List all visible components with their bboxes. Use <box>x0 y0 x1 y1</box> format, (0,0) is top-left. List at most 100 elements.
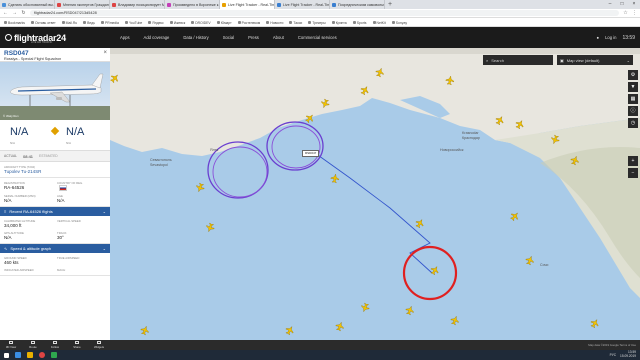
flight-map[interactable]: Севастополь Sevastopol Krasnodar Краснод… <box>110 48 640 340</box>
route-button[interactable]: Route <box>22 340 44 350</box>
close-window-button[interactable]: × <box>628 0 640 9</box>
bookmark-item[interactable]: Крипта <box>331 21 347 25</box>
aircraft-marker-icon[interactable] <box>205 222 215 233</box>
3d-view-button[interactable]: 3D View <box>0 340 22 350</box>
menu-icon[interactable]: ⋮ <box>632 10 637 16</box>
bookmark-label: Sonyay <box>395 20 408 25</box>
taskbar-app[interactable] <box>24 350 36 360</box>
aircraft-marker-icon[interactable] <box>405 305 415 316</box>
bookmark-item[interactable]: DROIDEV <box>191 21 211 25</box>
map-search-input[interactable]: ⌕ Search <box>483 55 553 65</box>
widgets-icon[interactable]: ▦ <box>628 94 638 104</box>
bookmark-item[interactable]: Mail.Ru <box>61 21 77 25</box>
settings-icon[interactable]: ⚙ <box>628 70 638 80</box>
filter-icon[interactable]: ▼ <box>628 82 638 92</box>
recent-flights-header[interactable]: ≡ Recent RA-64526 flights ⌄ <box>0 207 110 216</box>
maximize-button[interactable]: □ <box>616 0 628 9</box>
map-canvas[interactable] <box>110 48 640 340</box>
destination-sub: N/A <box>66 141 72 145</box>
bookmark-item[interactable]: Юмарт <box>216 21 232 25</box>
aircraft-marker-icon[interactable] <box>284 325 295 336</box>
bookmark-item[interactable]: Яндекс <box>148 20 164 25</box>
bookmark-item[interactable]: Оставь ответ <box>30 21 56 25</box>
aircraft-marker-icon[interactable] <box>414 218 425 229</box>
bookmark-item[interactable]: Такси <box>289 21 302 25</box>
aircraft-marker-icon[interactable] <box>360 302 370 313</box>
aircraft-marker-icon[interactable] <box>509 210 521 222</box>
bookmark-item[interactable]: PRmedia <box>101 21 119 25</box>
menu-item[interactable]: Press <box>248 35 259 40</box>
menu-item[interactable]: About <box>273 35 284 40</box>
aircraft-marker-icon[interactable] <box>330 173 340 184</box>
taskbar-app[interactable] <box>12 350 24 360</box>
user-icon[interactable]: ● <box>597 35 600 40</box>
map-label-novorossiysk: Новороссийск <box>440 148 464 152</box>
info-icon[interactable]: ⓘ <box>628 106 638 116</box>
aircraft-marker-icon[interactable] <box>450 315 460 326</box>
menu-item[interactable]: Social <box>223 35 234 40</box>
aircraft-marker-icon[interactable] <box>589 318 600 329</box>
bookmark-item[interactable]: Ростелеком <box>237 21 260 25</box>
selected-flight-tag[interactable]: RSD047 <box>302 150 320 157</box>
star-icon[interactable]: ☆ <box>623 10 628 16</box>
aircraft-marker-icon[interactable] <box>335 321 345 332</box>
bookmark-label: Ведь <box>87 20 95 25</box>
back-icon[interactable]: ← <box>3 10 8 16</box>
taskbar-app[interactable] <box>36 350 48 360</box>
bookmark-item[interactable]: NetKit <box>372 21 386 25</box>
menu-item[interactable]: Commercial services <box>298 35 337 40</box>
bookmark-item[interactable]: Sports <box>352 21 367 25</box>
menu-item[interactable]: Apps <box>120 35 130 40</box>
bookmark-item[interactable]: YouTube <box>124 21 142 25</box>
aircraft-photo[interactable]: © Vitaly Ren <box>0 62 110 120</box>
bookmark-item[interactable]: Трекеры <box>308 21 326 25</box>
browser-tab[interactable]: Live Flight Tracker - Real-Time Fl...× <box>275 0 330 9</box>
minimize-button[interactable]: – <box>604 0 616 9</box>
zoom-in-button[interactable]: + <box>628 156 638 166</box>
os-taskbar: РУС 13:59 15.09.2019 <box>0 350 640 360</box>
browser-tab[interactable]: Владимир позиционирует Москвой...× <box>110 0 165 9</box>
browser-tab[interactable]: Посредническим самовольна...× <box>330 0 385 9</box>
follow-button[interactable]: Follow <box>44 340 66 350</box>
zoom-out-button[interactable]: − <box>628 168 638 178</box>
aircraft-marker-icon[interactable] <box>429 265 440 276</box>
aircraft-marker-icon[interactable] <box>525 255 535 266</box>
menu-item[interactable]: Data / History <box>183 35 208 40</box>
browser-tab[interactable]: Live Flight Tracker - Real-Time...× <box>220 0 275 9</box>
map-view-select[interactable]: ▣ Map view (default) ⌄ <box>557 55 633 65</box>
forward-icon[interactable]: → <box>12 10 17 16</box>
aircraft-marker-icon[interactable] <box>140 325 150 336</box>
speed-graph-header[interactable]: ∿ Speed & altitude graph ⌄ <box>0 244 110 253</box>
browser-tab[interactable]: Произведено в Воронеже к...× <box>165 0 220 9</box>
menu-item[interactable]: Add coverage <box>144 35 170 40</box>
taskbar-app[interactable] <box>48 350 60 360</box>
lang-indicator[interactable]: РУС <box>610 353 616 357</box>
bookmark-label: Яндекс <box>152 20 164 25</box>
bookmark-icon <box>331 21 335 25</box>
bookmark-item[interactable]: Sonyay <box>391 20 408 25</box>
login-link[interactable]: Log in <box>605 35 616 40</box>
browser-tab[interactable]: Сделать обоснованный вы...× <box>0 0 55 9</box>
bookmark-item[interactable]: Bookmarks <box>4 21 25 25</box>
share-button[interactable]: Share <box>66 340 88 350</box>
bookmark-item[interactable]: Новости <box>266 21 283 25</box>
aircraft-type[interactable]: Tupolev Tu-214SR <box>4 169 106 174</box>
bookmark-item[interactable]: Ижевск <box>169 21 185 25</box>
start-button[interactable] <box>0 350 12 360</box>
route-section: N/A N/A N/A N/A <box>0 120 110 151</box>
aircraft-illustration <box>0 73 110 120</box>
bookmark-item[interactable]: Ведь <box>83 21 95 25</box>
reload-icon[interactable]: ↻ <box>21 10 26 16</box>
new-tab-button[interactable]: + <box>385 0 395 9</box>
playback-icon[interactable]: ◷ <box>628 118 638 128</box>
close-panel-icon[interactable]: × <box>103 50 107 56</box>
aircraft-marker-icon[interactable] <box>195 182 205 193</box>
registration[interactable]: RA-64526 <box>4 185 53 190</box>
browser-tab[interactable]: Мнения экспертов Гражданской...× <box>55 0 110 9</box>
header-clock: 13:59 <box>622 34 635 41</box>
bookmark-icon <box>148 21 152 25</box>
widgets-button[interactable]: Widgets <box>88 340 110 350</box>
fr24-logo[interactable]: flightradar24 <box>0 33 105 43</box>
url-field[interactable]: flightradar24.com/RSD047/213d5428 <box>30 10 619 16</box>
tray-clock[interactable]: 13:59 15.09.2019 <box>620 351 636 358</box>
